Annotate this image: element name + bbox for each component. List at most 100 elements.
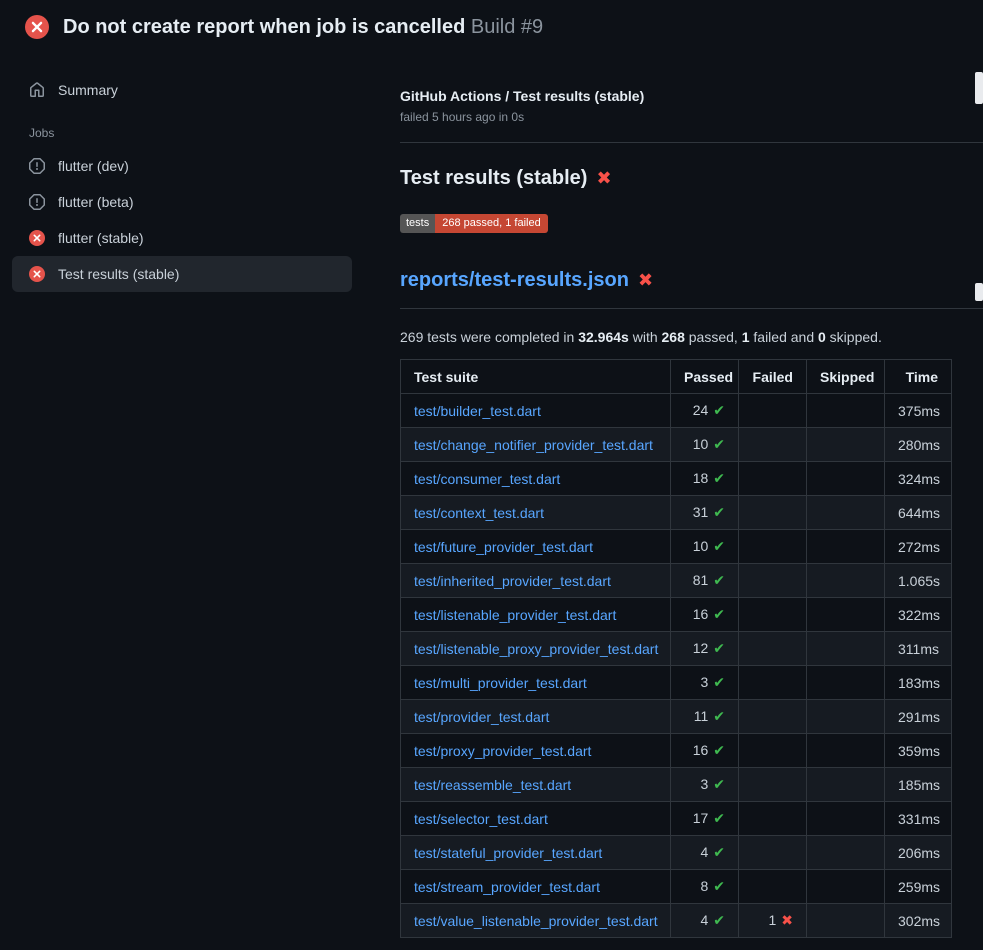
suite-cell: test/future_provider_test.dart (401, 530, 671, 564)
col-header-time: Time (885, 360, 952, 394)
failed-cell: 1✖ (739, 904, 807, 938)
sidebar-item-test-results-stable[interactable]: Test results (stable) (12, 256, 352, 292)
suite-cell: test/selector_test.dart (401, 802, 671, 836)
time-cell: 644ms (885, 496, 952, 530)
table-row: test/builder_test.dart 24✔ 375ms (401, 394, 952, 428)
check-icon: ✔ (713, 878, 725, 894)
table-header-row: Test suite Passed Failed Skipped Time (401, 360, 952, 394)
test-suite-link[interactable]: test/inherited_provider_test.dart (414, 573, 611, 589)
col-header-test-suite: Test suite (401, 360, 671, 394)
test-suite-link[interactable]: test/consumer_test.dart (414, 471, 560, 487)
passed-cell-value: 18 (693, 470, 709, 486)
time-cell: 1.065s (885, 564, 952, 598)
passed-cell-value: 24 (693, 402, 709, 418)
sidebar-item-summary[interactable]: Summary (12, 72, 352, 108)
passed-cell: 81✔ (671, 564, 739, 598)
skipped-cell (807, 700, 885, 734)
check-icon: ✔ (713, 436, 725, 452)
check-icon: ✔ (713, 402, 725, 418)
table-row: test/consumer_test.dart18✔324ms (401, 462, 952, 496)
failed-cell (739, 496, 807, 530)
check-icon: ✔ (713, 708, 725, 724)
skipped-cell (807, 462, 885, 496)
sidebar-item-flutter-dev[interactable]: flutter (dev) (12, 148, 352, 184)
test-suite-link[interactable]: test/change_notifier_provider_test.dart (414, 437, 653, 453)
passed-cell-value: 16 (693, 606, 709, 622)
suite-cell: test/stream_provider_test.dart (401, 870, 671, 904)
table-row: test/stateful_provider_test.dart4✔206ms (401, 836, 952, 870)
check-icon: ✔ (713, 504, 725, 520)
test-suite-link[interactable]: test/stream_provider_test.dart (414, 879, 600, 895)
page-header: Do not create report when job is cancell… (0, 0, 983, 49)
failed-cell (739, 870, 807, 904)
summary-mid1: with (629, 329, 662, 345)
suite-cell: test/provider_test.dart (401, 700, 671, 734)
passed-cell: 24✔ (671, 394, 739, 428)
test-suite-link[interactable]: test/listenable_provider_test.dart (414, 607, 616, 623)
report-file-link[interactable]: reports/test-results.json (400, 269, 629, 292)
test-suite-link[interactable]: test/selector_test.dart (414, 811, 548, 827)
run-status-line: failed 5 hours ago in 0s (400, 110, 983, 124)
table-row: test/selector_test.dart17✔331ms (401, 802, 952, 836)
failed-cell (739, 632, 807, 666)
failed-cell (739, 666, 807, 700)
check-icon: ✔ (713, 844, 725, 860)
passed-cell-value: 12 (693, 640, 709, 656)
test-suite-link[interactable]: test/value_listenable_provider_test.dart (414, 913, 658, 929)
stop-icon (29, 158, 45, 174)
check-icon: ✔ (713, 912, 725, 928)
x-circle-icon (29, 230, 45, 246)
passed-cell: 11✔ (671, 700, 739, 734)
table-row: test/listenable_proxy_provider_test.dart… (401, 632, 952, 666)
badge-value: 268 passed, 1 failed (435, 214, 547, 233)
passed-cell-value: 4 (700, 844, 708, 860)
passed-cell: 16✔ (671, 598, 739, 632)
test-suite-link[interactable]: test/multi_provider_test.dart (414, 675, 587, 691)
test-suite-link[interactable]: test/proxy_provider_test.dart (414, 743, 591, 759)
skipped-cell (807, 768, 885, 802)
time-cell: 322ms (885, 598, 952, 632)
passed-cell: 18✔ (671, 462, 739, 496)
sidebar-item-flutter-stable[interactable]: flutter (stable) (12, 220, 352, 256)
test-suite-link[interactable]: test/provider_test.dart (414, 709, 549, 725)
test-suite-link[interactable]: test/builder_test.dart (414, 403, 541, 419)
time-cell: 375ms (885, 394, 952, 428)
check-icon: ✔ (713, 606, 725, 622)
passed-cell-value: 8 (700, 878, 708, 894)
test-suite-link[interactable]: test/reassemble_test.dart (414, 777, 571, 793)
sidebar: Summary Jobs flutter (dev) flutter (beta… (12, 72, 352, 292)
sidebar-item-flutter-beta[interactable]: flutter (beta) (12, 184, 352, 220)
results-table: Test suite Passed Failed Skipped Time te… (400, 359, 952, 938)
test-suite-link[interactable]: test/stateful_provider_test.dart (414, 845, 602, 861)
test-suite-link[interactable]: test/future_provider_test.dart (414, 539, 593, 555)
failed-cell (739, 530, 807, 564)
scrollbar-thumb[interactable] (975, 283, 983, 301)
passed-cell: 12✔ (671, 632, 739, 666)
time-cell: 272ms (885, 530, 952, 564)
summary-suffix: skipped. (826, 329, 882, 345)
time-cell: 280ms (885, 428, 952, 462)
failed-cell (739, 462, 807, 496)
scrollbar-thumb[interactable] (975, 72, 983, 104)
passed-cell-value: 31 (693, 504, 709, 520)
skipped-cell (807, 598, 885, 632)
skipped-cell (807, 836, 885, 870)
x-icon: ✖ (781, 912, 793, 928)
suite-cell: test/listenable_proxy_provider_test.dart (401, 632, 671, 666)
table-row: test/provider_test.dart11✔291ms (401, 700, 952, 734)
test-suite-link[interactable]: test/context_test.dart (414, 505, 544, 521)
summary-mid2: passed, (685, 329, 742, 345)
failed-cell (739, 734, 807, 768)
job-label: flutter (stable) (58, 230, 144, 246)
page-title: Do not create report when job is cancell… (63, 16, 465, 38)
time-cell: 311ms (885, 632, 952, 666)
table-row: test/change_notifier_provider_test.dart1… (401, 428, 952, 462)
skipped-cell (807, 802, 885, 836)
test-suite-link[interactable]: test/listenable_proxy_provider_test.dart (414, 641, 658, 657)
passed-cell: 3✔ (671, 666, 739, 700)
passed-cell: 16✔ (671, 734, 739, 768)
table-row: test/listenable_provider_test.dart 16✔ 322… (401, 598, 952, 632)
check-icon: ✔ (713, 810, 725, 826)
skipped-cell (807, 870, 885, 904)
passed-cell: 4✔ (671, 836, 739, 870)
